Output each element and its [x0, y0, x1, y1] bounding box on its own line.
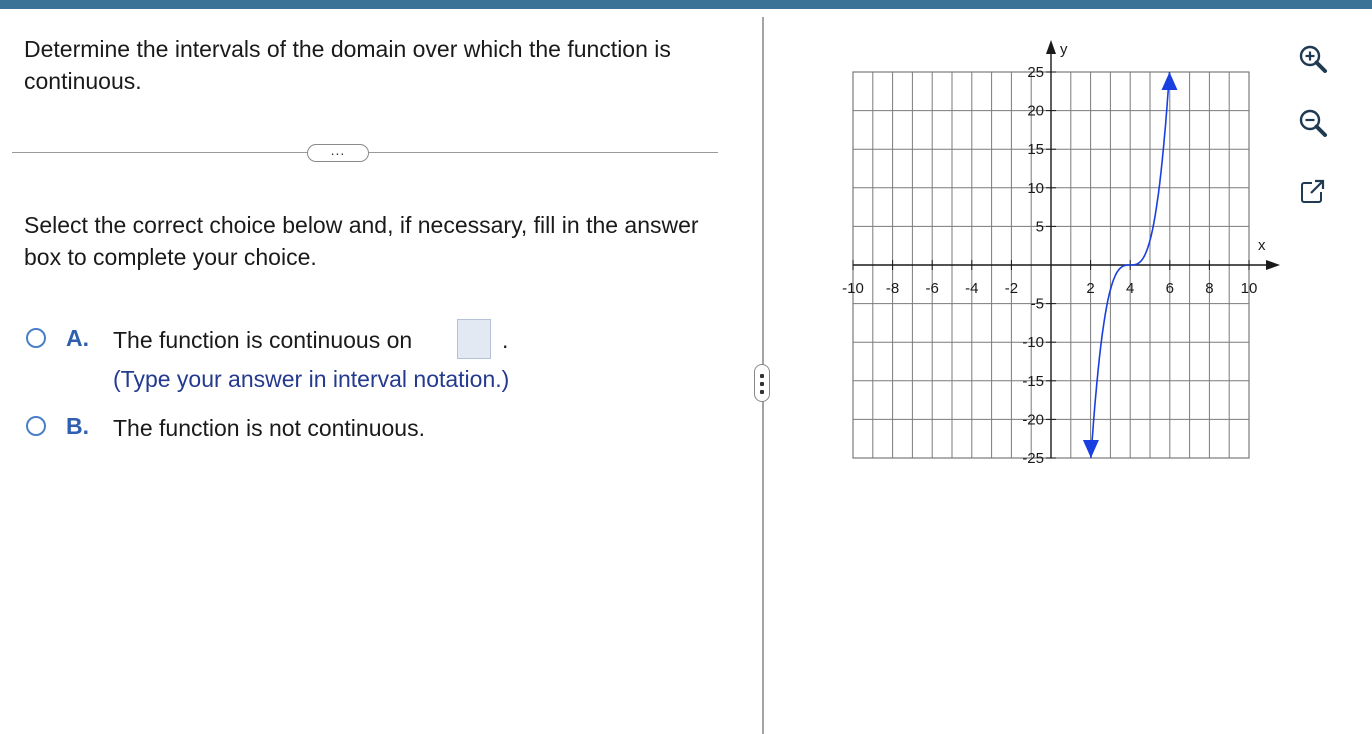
y-tick-label: 5: [1036, 218, 1044, 235]
x-tick-label: -2: [1005, 280, 1018, 297]
popout-icon: [1301, 179, 1325, 203]
x-tick-label: 4: [1126, 280, 1134, 297]
choice-b-text: The function is not continuous.: [113, 415, 425, 441]
choice-a-period: .: [502, 327, 509, 353]
x-tick-label: -10: [842, 280, 864, 297]
y-tick-label: -25: [1022, 450, 1044, 467]
interval-answer-input[interactable]: [457, 319, 491, 359]
zoom-in-button[interactable]: [1294, 40, 1332, 78]
choice-a-text: The function is continuous on: [113, 327, 413, 353]
choice-b-letter: B.: [66, 413, 89, 439]
choice-a-radio[interactable]: [26, 328, 46, 348]
x-tick-label: 8: [1205, 280, 1213, 297]
y-axis-label: y: [1060, 41, 1068, 58]
interval-notation-hint: (Type your answer in interval notation.): [113, 366, 510, 392]
y-tick-label: -15: [1022, 373, 1044, 390]
y-tick-label: -10: [1022, 334, 1044, 351]
y-axis-arrow: [1046, 40, 1056, 54]
y-tick-label: 20: [1027, 103, 1044, 120]
function-graph: -10 -8 -6 -4 -2 2 4 6 8 10 25 20 15 10 5 -5 -10 -15 -20 -2…: [842, 40, 1280, 467]
y-tick-label: 25: [1027, 64, 1044, 81]
popout-button[interactable]: [1294, 172, 1332, 210]
choice-b-radio[interactable]: [26, 416, 46, 436]
zoom-out-button[interactable]: [1294, 104, 1332, 142]
y-tick-label: 15: [1027, 141, 1044, 158]
x-tick-label: -4: [965, 280, 978, 297]
question-text: Determine the intervals of the domain ov…: [24, 36, 671, 94]
divider-drag-handle[interactable]: [754, 364, 770, 402]
curve-arrow-down: [1082, 440, 1099, 458]
top-bar: [0, 0, 1372, 9]
x-axis-label: x: [1258, 237, 1266, 254]
show-more-button[interactable]: ...: [307, 143, 369, 162]
x-tick-label: 6: [1166, 280, 1174, 297]
instruction-text: Select the correct choice below and, if …: [24, 212, 699, 270]
choice-a-letter: A.: [66, 325, 89, 351]
zoom-in-icon: [1299, 45, 1327, 73]
y-tick-label: 10: [1027, 180, 1044, 197]
zoom-out-icon: [1299, 109, 1327, 137]
x-tick-label: 2: [1086, 280, 1094, 297]
x-tick-label: 10: [1241, 280, 1258, 297]
x-tick-label: -8: [886, 280, 899, 297]
x-tick-label: -6: [926, 280, 939, 297]
curve-arrow-up: [1161, 72, 1178, 90]
x-axis-arrow: [1266, 260, 1280, 270]
y-tick-label: -20: [1022, 411, 1044, 428]
y-tick-label: -5: [1031, 296, 1044, 313]
